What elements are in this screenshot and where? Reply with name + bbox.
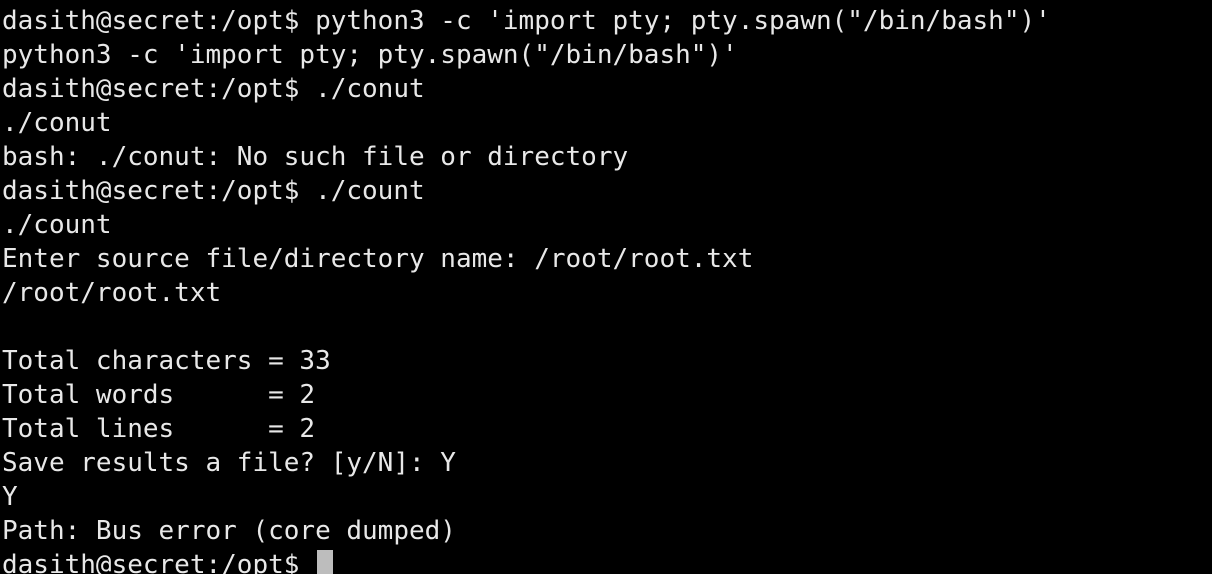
terminal-line: python3 -c 'import pty; pty.spawn("/bin/…: [2, 40, 738, 70]
terminal-line: Total characters = 33: [2, 346, 331, 376]
terminal-line: Save results a file? [y/N]: Y: [2, 448, 456, 478]
terminal-line: Y: [2, 482, 18, 512]
terminal-line: bash: ./conut: No such file or directory: [2, 142, 629, 172]
text-cursor: [317, 550, 334, 574]
shell-prompt: dasith@secret:/opt$: [2, 550, 316, 574]
terminal-line: dasith@secret:/opt$ ./count: [2, 176, 425, 206]
terminal-line: Enter source file/directory name: /root/…: [2, 244, 754, 274]
terminal-line: ./conut: [2, 108, 112, 138]
terminal-line: Path: Bus error (core dumped): [2, 516, 456, 546]
terminal-line: dasith@secret:/opt$ ./conut: [2, 74, 425, 104]
terminal-window[interactable]: dasith@secret:/opt$ python3 -c 'import p…: [0, 0, 1212, 574]
terminal-line: Total lines = 2: [2, 414, 316, 444]
terminal-line: Total words = 2: [2, 380, 316, 410]
prompt-line[interactable]: dasith@secret:/opt$: [2, 548, 1051, 574]
terminal-output: dasith@secret:/opt$ python3 -c 'import p…: [2, 4, 1051, 574]
terminal-line: /root/root.txt: [2, 278, 222, 308]
terminal-line: ./count: [2, 210, 112, 240]
terminal-line: dasith@secret:/opt$ python3 -c 'import p…: [2, 6, 1051, 36]
